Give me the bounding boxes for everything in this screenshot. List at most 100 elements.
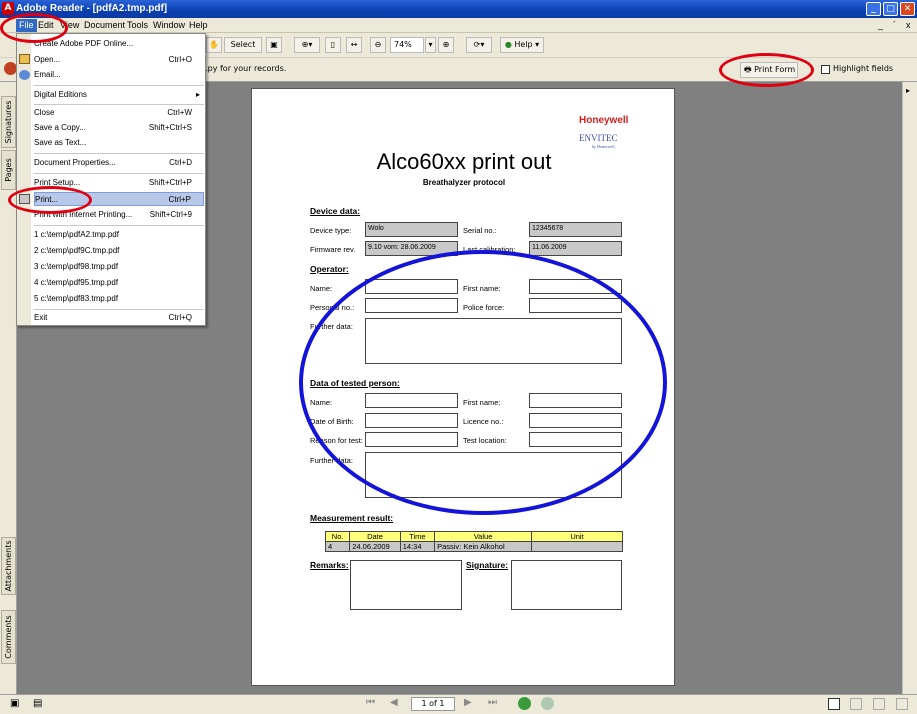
fit-page-icon[interactable]: ▯ <box>325 37 341 53</box>
zoom-in-icon[interactable]: ⊕▾ <box>294 37 320 53</box>
fit-width-icon[interactable]: ↔ <box>346 37 362 53</box>
menu-item-recent-4[interactable]: 4 c:\temp\pdf95.tmp.pdf <box>34 276 204 290</box>
tab-comments-label: Comments <box>4 615 13 659</box>
signature-field[interactable] <box>511 560 622 610</box>
menu-item-save-text[interactable]: Save as Text... <box>34 136 204 150</box>
snapshot-icon[interactable]: ▣ <box>266 37 282 53</box>
remarks-field[interactable] <box>350 560 462 610</box>
device-type-field[interactable]: Wolo <box>365 222 458 237</box>
tab-attachments-label: Attachments <box>4 540 13 592</box>
tab-signatures[interactable]: Signatures <box>1 96 16 148</box>
signature-label: Signature: <box>466 560 509 570</box>
menu-item-shortcut: Ctrl+W <box>167 108 192 117</box>
menu-item-exit[interactable]: Exit Ctrl+Q <box>34 311 204 325</box>
single-page-icon[interactable] <box>828 698 840 710</box>
col-date: Date <box>349 531 401 542</box>
menu-item-label: Document Properties... <box>34 158 116 167</box>
last-page-icon[interactable]: ⏭ <box>488 697 497 708</box>
menu-item-label: Save as Text... <box>34 138 87 147</box>
menu-item-create-pdf[interactable]: Create Adobe PDF Online... <box>34 37 204 51</box>
device-type-label: Device type: <box>310 226 352 235</box>
menu-tools[interactable]: Tools <box>127 20 148 30</box>
document-title: Alco60xx print out <box>376 149 552 174</box>
continuous-facing-icon[interactable] <box>896 698 908 710</box>
select-tool-button[interactable]: Select <box>224 37 262 53</box>
menu-item-shortcut: Ctrl+P <box>168 195 191 204</box>
menu-bar: File Edit View Document Tools Window Hel… <box>0 18 917 33</box>
menu-item-recent-3[interactable]: 3 c:\temp\pdf98.tmp.pdf <box>34 260 204 274</box>
zoom-in-plus-icon[interactable]: ⊕ <box>438 37 454 53</box>
scroll-up-icon[interactable]: ▸ <box>906 86 910 95</box>
mdi-restore-button[interactable]: ´ <box>893 20 896 30</box>
blue-annotation-form-fields <box>299 250 667 515</box>
facing-icon[interactable] <box>873 698 885 710</box>
menu-separator <box>34 173 204 174</box>
vertical-scrollbar[interactable]: ▸ <box>902 82 917 694</box>
next-page-icon[interactable]: ▶ <box>464 697 472 708</box>
zoom-out-icon[interactable]: ⊖ <box>370 37 386 53</box>
red-annotation-file-menu <box>0 13 68 43</box>
menu-document[interactable]: Document <box>84 20 125 30</box>
submenu-arrow-icon: ▸ <box>195 90 200 99</box>
doc-status-icon[interactable]: ▤ <box>33 698 42 709</box>
remarks-label: Remarks: <box>310 560 349 570</box>
menu-item-shortcut: Shift+Ctrl+S <box>148 123 192 132</box>
menu-item-label: 1 c:\temp\pdfA2.tmp.pdf <box>34 230 119 239</box>
hand-tool-icon[interactable]: ✋ <box>206 37 222 53</box>
red-annotation-print <box>8 186 92 214</box>
menu-item-doc-properties[interactable]: Document Properties... Ctrl+D <box>34 156 204 170</box>
col-value: Value <box>434 531 533 542</box>
menu-item-email[interactable]: Email... <box>34 68 204 82</box>
forward-view-icon[interactable] <box>541 697 554 710</box>
menu-item-close[interactable]: Close Ctrl+W <box>34 106 204 120</box>
menu-item-shortcut: Ctrl+Q <box>168 313 192 322</box>
cell-date: 24.06.2009 <box>349 541 401 552</box>
highlight-fields-checkbox[interactable] <box>821 65 830 74</box>
title-bar: A Adobe Reader - [pdfA2.tmp.pdf] _ □ ✕ <box>0 0 917 18</box>
help-button[interactable]: ● Help ▾ <box>500 37 544 53</box>
zoom-value: 74% <box>394 40 412 49</box>
maximize-button[interactable]: □ <box>883 2 898 16</box>
calibration-field[interactable]: 11.06.2009 <box>529 241 622 256</box>
continuous-icon[interactable] <box>850 698 862 710</box>
hand-status-icon[interactable]: ▣ <box>10 698 19 709</box>
cell-no: 4 <box>324 541 351 552</box>
rotate-icon[interactable]: ⟳▾ <box>466 37 492 53</box>
menu-item-recent-2[interactable]: 2 c:\temp\pdf9C.tmp.pdf <box>34 244 204 258</box>
menu-item-recent-1[interactable]: 1 c:\temp\pdfA2.tmp.pdf <box>34 228 204 242</box>
tab-attachments[interactable]: Attachments <box>1 537 16 595</box>
zoom-dropdown-icon[interactable]: ▾ <box>425 37 436 53</box>
menu-item-label: 4 c:\temp\pdf95.tmp.pdf <box>34 278 119 287</box>
col-time: Time <box>399 531 436 542</box>
close-button[interactable]: ✕ <box>900 2 915 16</box>
highlight-fields-label: Highlight fields <box>833 64 894 73</box>
red-annotation-print-form <box>719 53 814 87</box>
mdi-close-button[interactable]: x <box>906 20 911 30</box>
menu-item-open[interactable]: Open... Ctrl+O <box>34 53 204 67</box>
menu-item-save-copy[interactable]: Save a Copy... Shift+Ctrl+S <box>34 121 204 135</box>
prev-page-icon[interactable]: ◀ <box>390 697 398 708</box>
menu-help[interactable]: Help <box>189 20 208 30</box>
back-view-icon[interactable] <box>518 697 531 710</box>
serial-field[interactable]: 12345678 <box>529 222 622 237</box>
tab-pages[interactable]: Pages <box>1 150 16 190</box>
menu-item-shortcut: Ctrl+D <box>169 158 192 167</box>
navigation-pane: Signatures Pages Attachments Comments <box>0 82 17 694</box>
menu-item-label: 2 c:\temp\pdf9C.tmp.pdf <box>34 246 120 255</box>
page-number-field[interactable]: 1 of 1 <box>411 697 455 711</box>
first-page-icon[interactable]: ⏮ <box>366 697 375 708</box>
menu-separator <box>34 104 204 105</box>
menu-item-digital-editions[interactable]: Digital Editions ▸ <box>34 88 204 102</box>
menu-window[interactable]: Window <box>153 20 185 30</box>
menu-item-shortcut: Shift+Ctrl+P <box>148 178 192 187</box>
minimize-button[interactable]: _ <box>866 2 881 16</box>
adobe-icon: A <box>2 2 14 15</box>
table-header-row: No. Date Time Value Unit <box>324 531 623 542</box>
cell-time: 14:34 <box>399 541 436 552</box>
tab-comments[interactable]: Comments <box>1 610 16 664</box>
mdi-minimize-button[interactable]: _ <box>878 20 883 30</box>
file-menu: Create Adobe PDF Online... Open... Ctrl+O… <box>16 33 206 326</box>
operator-name-label: Name: <box>310 284 333 293</box>
zoom-level-field[interactable]: 74% <box>390 37 424 53</box>
menu-item-recent-5[interactable]: 5 c:\temp\pdf83.tmp.pdf <box>34 292 204 306</box>
